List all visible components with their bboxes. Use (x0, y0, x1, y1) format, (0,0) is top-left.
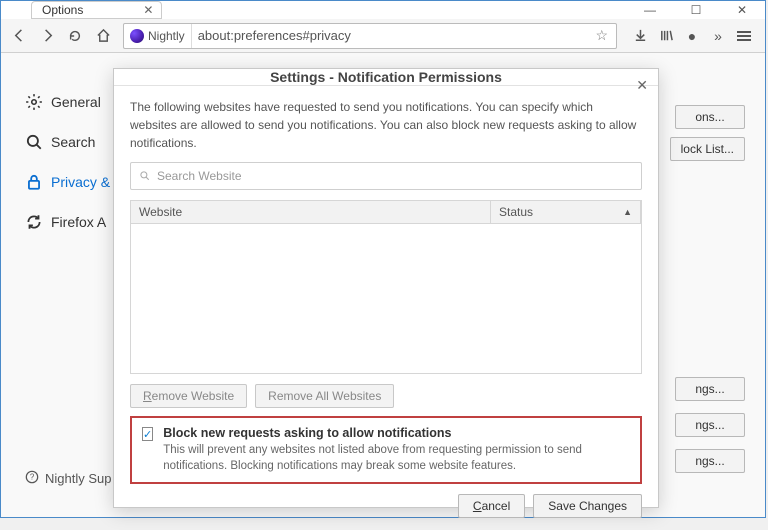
nightly-icon (130, 29, 144, 43)
dialog-title: Settings - Notification Permissions (270, 69, 502, 85)
sidebar-item-privacy[interactable]: Privacy & (25, 173, 125, 191)
titlebar: Options ✕ — ☐ ✕ (1, 1, 765, 19)
bookmark-star-icon[interactable]: ☆ (587, 27, 616, 44)
sidebar-item-label: General (51, 94, 101, 110)
sort-arrow-icon: ▲ (623, 207, 632, 217)
search-website-input[interactable]: Search Website (130, 162, 642, 190)
svg-text:?: ? (30, 473, 35, 482)
overflow-icon[interactable]: » (707, 25, 729, 47)
support-link[interactable]: ? Nightly Sup (25, 470, 111, 487)
library-icon[interactable] (655, 25, 677, 47)
identity-box[interactable]: Nightly (124, 24, 192, 48)
dialog-body: The following websites have requested to… (114, 86, 658, 484)
close-button[interactable]: ✕ (719, 1, 765, 19)
notification-permissions-dialog: Settings - Notification Permissions ✕ Th… (113, 68, 659, 508)
block-new-requests-box: ✓ Block new requests asking to allow not… (130, 416, 642, 484)
block-title: Block new requests asking to allow notif… (163, 426, 630, 440)
remove-website-button[interactable]: Remove Website (130, 384, 247, 408)
sidebar-item-search[interactable]: Search (25, 133, 125, 151)
menu-button[interactable] (733, 25, 755, 47)
save-changes-button[interactable]: Save Changes (533, 494, 642, 518)
block-description: This will prevent any websites not liste… (163, 442, 630, 474)
category-sidebar: General Search Privacy & Firefox A (25, 93, 125, 231)
exceptions-button[interactable]: ons... (675, 105, 745, 129)
sidebar-item-label: Search (51, 134, 95, 150)
forward-button[interactable] (35, 24, 59, 48)
sync-icon (25, 213, 43, 231)
identity-label: Nightly (148, 29, 185, 43)
lock-icon (25, 173, 43, 191)
search-placeholder: Search Website (157, 169, 242, 183)
blocklist-button[interactable]: lock List... (670, 137, 745, 161)
settings-button-1[interactable]: ngs... (675, 377, 745, 401)
downloads-icon[interactable] (629, 25, 651, 47)
minimize-button[interactable]: — (627, 1, 673, 19)
tab-label: Options (42, 3, 83, 17)
permissions-table-body[interactable] (130, 224, 642, 374)
column-status[interactable]: Status ▲ (491, 201, 641, 223)
remove-buttons-row: Remove Website Remove All Websites (130, 384, 642, 408)
tab-options[interactable]: Options ✕ (31, 1, 162, 19)
dialog-header: Settings - Notification Permissions ✕ (114, 69, 658, 86)
browser-window: Options ✕ — ☐ ✕ Nightly about:preference… (0, 0, 766, 518)
window-controls: — ☐ ✕ (627, 1, 765, 19)
sidebar-item-general[interactable]: General (25, 93, 125, 111)
remove-all-websites-button[interactable]: Remove All Websites (255, 384, 394, 408)
search-icon (139, 170, 151, 182)
block-text: Block new requests asking to allow notif… (163, 426, 630, 474)
home-button[interactable] (91, 24, 115, 48)
reload-button[interactable] (63, 24, 87, 48)
permissions-table-header: Website Status ▲ (130, 200, 642, 224)
url-bar[interactable]: Nightly about:preferences#privacy ☆ (123, 23, 617, 49)
sidebar-item-label: Firefox A (51, 214, 106, 230)
settings-button-3[interactable]: ngs... (675, 449, 745, 473)
support-label: Nightly Sup (45, 471, 111, 486)
gear-icon (25, 93, 43, 111)
nav-toolbar: Nightly about:preferences#privacy ☆ ● » (1, 19, 765, 53)
dialog-description: The following websites have requested to… (130, 98, 642, 152)
sidebar-item-label: Privacy & (51, 174, 110, 190)
cancel-button[interactable]: Cancel (458, 494, 525, 518)
back-button[interactable] (7, 24, 31, 48)
magnifier-icon (25, 133, 43, 151)
pocket-icon[interactable]: ● (681, 25, 703, 47)
sidebar-item-account[interactable]: Firefox A (25, 213, 125, 231)
toolbar-actions: ● » (625, 25, 759, 47)
dialog-close-icon[interactable]: ✕ (636, 77, 648, 94)
question-icon: ? (25, 470, 39, 487)
maximize-button[interactable]: ☐ (673, 1, 719, 19)
column-website[interactable]: Website (131, 201, 491, 223)
preferences-page: General Search Privacy & Firefox A (1, 53, 765, 517)
block-checkbox[interactable]: ✓ (142, 427, 153, 441)
dialog-footer: Cancel Save Changes (114, 484, 658, 530)
url-text[interactable]: about:preferences#privacy (192, 28, 588, 43)
hamburger-icon (737, 29, 751, 43)
tab-close-icon[interactable]: ✕ (143, 3, 153, 17)
settings-button-2[interactable]: ngs... (675, 413, 745, 437)
